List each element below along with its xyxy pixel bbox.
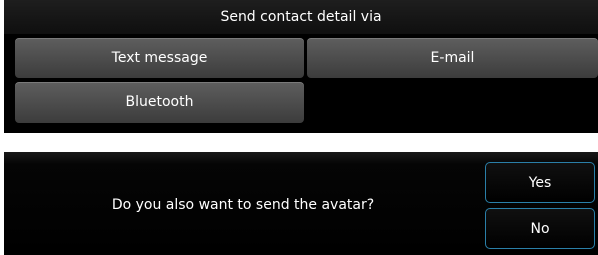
text-message-button[interactable]: Text message [15,38,304,78]
avatar-question: Do you also want to send the avatar? [111,197,375,213]
yes-button[interactable]: Yes [485,162,595,203]
dialog-title: Send contact detail via [4,0,598,34]
send-contact-dialog: Send contact detail via Text message E-m… [4,0,598,133]
send-avatar-dialog: Do you also want to send the avatar? Yes… [4,152,598,255]
email-button[interactable]: E-mail [307,38,598,78]
no-button[interactable]: No [485,208,595,249]
bluetooth-button[interactable]: Bluetooth [15,82,304,123]
